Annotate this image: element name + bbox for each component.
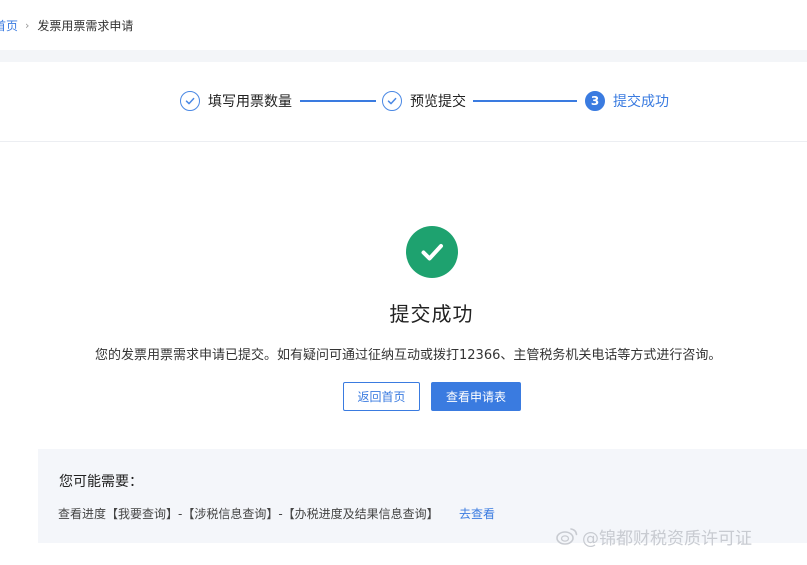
result-description: 您的发票用票需求申请已提交。如有疑问可通过征纳互动或拨打12366、主管税务机关… — [95, 348, 722, 363]
step-preview-submit: 预览提交 — [382, 90, 466, 112]
back-home-button[interactable]: 返回首页 — [343, 382, 420, 411]
check-circle-icon — [382, 91, 402, 111]
breadcrumb: 首页 › 发票用票需求申请 — [0, 0, 807, 50]
step-label: 提交成功 — [613, 94, 669, 110]
result-title: 提交成功 — [389, 302, 474, 326]
step-submit-success: 3 提交成功 — [585, 90, 669, 112]
view-application-button[interactable]: 查看申请表 — [431, 382, 521, 411]
steps-bar: 填写用票数量 预览提交 3 提交成功 — [0, 62, 807, 142]
step-number-badge: 3 — [585, 91, 605, 111]
weibo-logo-icon — [556, 528, 578, 545]
breadcrumb-home-link[interactable]: 首页 — [0, 17, 18, 34]
breadcrumb-current: 发票用票需求申请 — [37, 18, 134, 33]
step-connector — [473, 100, 577, 102]
step-label: 填写用票数量 — [208, 94, 292, 110]
go-view-link[interactable]: 去查看 — [459, 505, 495, 522]
step-fill-quantity: 填写用票数量 — [180, 90, 292, 112]
breadcrumb-separator: › — [25, 18, 30, 32]
suggestions-path: 查看进度【我要查询】-【涉税信息查询】-【办税进度及结果信息查询】 — [58, 507, 439, 521]
result-panel: 提交成功 您的发票用票需求申请已提交。如有疑问可通过征纳互动或拨打12366、主… — [0, 142, 807, 565]
suggestions-title: 您可能需要： — [59, 474, 143, 490]
step-label: 预览提交 — [410, 94, 466, 110]
check-circle-icon — [180, 91, 200, 111]
watermark: @锦都财税资质许可证 — [556, 523, 752, 549]
step-connector — [300, 100, 376, 102]
watermark-text: @锦都财税资质许可证 — [582, 528, 752, 549]
success-check-icon — [406, 226, 458, 278]
